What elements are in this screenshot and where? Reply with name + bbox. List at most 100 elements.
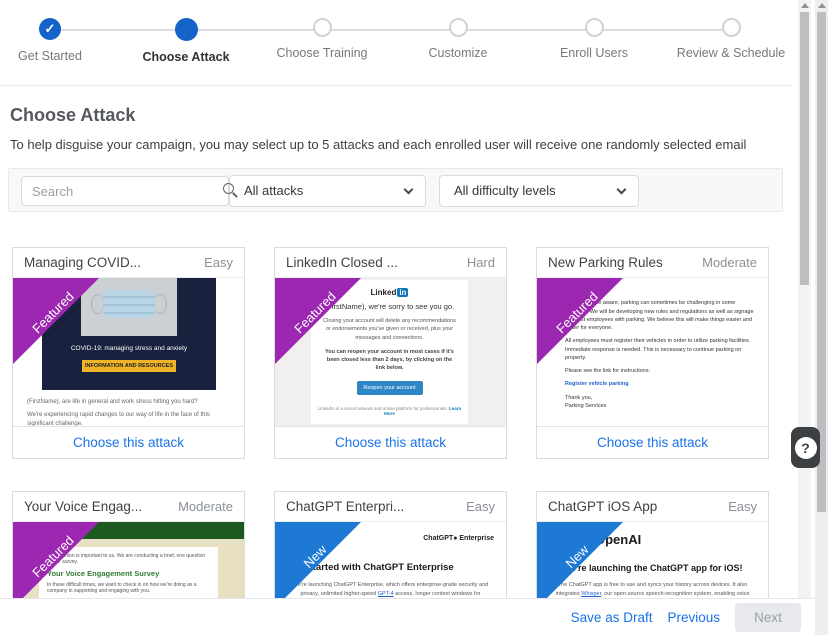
email-heading: Your Voice Engagement Survey [47, 569, 210, 578]
email-footnote: LinkedIn is a social network and online … [317, 406, 462, 416]
step-enroll-users[interactable]: Enroll Users [529, 18, 659, 60]
attack-card-chatgpt-enterprise: ChatGPT Enterpri... Easy OpenAI ChatGPT●… [274, 491, 507, 598]
step-label: Enroll Users [560, 46, 628, 60]
step-choose-attack[interactable]: Choose Attack [121, 18, 251, 64]
card-header: New Parking Rules Moderate [537, 248, 768, 278]
email-sheet: Your opinion is important to us. We are … [39, 547, 218, 598]
scroll-up-arrow-icon[interactable] [801, 3, 809, 8]
search-input[interactable] [21, 176, 229, 206]
attack-title: ChatGPT iOS App [548, 492, 657, 521]
step-choose-training[interactable]: Choose Training [257, 18, 387, 60]
email-body-line: In these difficult times, we want to che… [47, 582, 210, 594]
choose-this-attack-link[interactable]: Choose this attack [73, 435, 184, 450]
active-step-icon [175, 18, 198, 41]
inner-scrollbar-thumb[interactable] [800, 12, 809, 285]
email-intro-line: Your opinion is important to us. We are … [47, 553, 210, 565]
openai-logo: OpenAI [287, 532, 333, 547]
outer-scrollbar[interactable] [815, 0, 828, 635]
email-body-line: Please see the link for instructions: [565, 367, 756, 375]
card-header: LinkedIn Closed ... Hard [275, 248, 506, 278]
attack-card-voice-engagement: Your Voice Engag... Moderate Your opinio… [12, 491, 245, 598]
email-cta-button: INFORMATION AND RESOURCES [82, 360, 176, 372]
attack-cards-row-2: Your Voice Engag... Moderate Your opinio… [0, 491, 790, 598]
attack-title: LinkedIn Closed ... [286, 248, 398, 277]
email-body-line: You can reopen your account in most case… [323, 348, 456, 373]
scroll-up-arrow-icon[interactable] [818, 3, 826, 8]
email-preview: OpenAI We're launching the ChatGPT app f… [537, 522, 768, 598]
register-parking-link: Register vehicle parking [565, 381, 629, 387]
step-label: Choose Training [276, 46, 367, 60]
email-heading: (FirstName), we're sorry to see you go. [317, 302, 462, 311]
attack-cards-row-1: Managing COVID... Easy COVID-19: managin… [0, 247, 790, 459]
choose-attack-footer[interactable]: Choose this attack [275, 426, 506, 458]
attack-card-managing-covid: Managing COVID... Easy COVID-19: managin… [12, 247, 245, 459]
choose-this-attack-link[interactable]: Choose this attack [597, 435, 708, 450]
attack-title: ChatGPT Enterpri... [286, 492, 404, 521]
save-as-draft-link[interactable]: Save as Draft [571, 610, 653, 625]
card-header: Your Voice Engag... Moderate [13, 492, 244, 522]
openai-logo: OpenAI [595, 532, 641, 547]
step-customize[interactable]: Customize [393, 18, 523, 60]
difficulty-badge: Moderate [178, 492, 233, 521]
email-preview: Linkedin (FirstName), we're sorry to see… [275, 278, 506, 426]
chevron-down-icon [617, 185, 627, 195]
wizard-stepper: Get Started Choose Attack Choose Trainin… [0, 0, 792, 86]
linkedin-wordmark: Linked [371, 288, 397, 297]
todo-step-icon [449, 18, 468, 37]
email-body-text: , our open-source speech-recognition sys… [601, 591, 749, 598]
difficulty-badge: Easy [204, 248, 233, 277]
chevron-down-icon [404, 185, 414, 195]
step-label: Get Started [18, 49, 82, 63]
chatgpt-enterprise-logo: ChatGPT● Enterprise [423, 535, 494, 542]
inner-scrollbar[interactable] [798, 0, 811, 598]
attack-type-select[interactable]: All attacks [229, 175, 426, 207]
difficulty-badge: Easy [466, 492, 495, 521]
choose-this-attack-link[interactable]: Choose this attack [335, 435, 446, 450]
step-review-schedule[interactable]: Review & Schedule [666, 18, 796, 60]
next-button[interactable]: Next [735, 603, 801, 632]
email-salutation: (FirstName), [565, 286, 756, 294]
choose-attack-footer[interactable]: Choose this attack [537, 426, 768, 458]
todo-step-icon [585, 18, 604, 37]
attack-title: Managing COVID... [24, 248, 141, 277]
email-body-line: (FirstName), are life in general and wor… [27, 398, 230, 407]
page-title: Choose Attack [10, 105, 135, 126]
email-preview: COVID-19: managing stress and anxiety IN… [13, 278, 244, 426]
filter-bar: All attacks All difficulty levels [8, 168, 783, 212]
attack-title: Your Voice Engag... [24, 492, 142, 521]
search-icon [223, 183, 234, 194]
checkmark-icon [39, 18, 61, 40]
email-body-line: Closing your account will delete any rec… [323, 317, 456, 342]
email-signature: Parking Services [565, 402, 756, 410]
choose-attack-footer[interactable]: Choose this attack [13, 426, 244, 458]
todo-step-icon [313, 18, 332, 37]
email-caption: COVID-19: managing stress and anxiety [42, 345, 216, 352]
linkedin-logo: Linkedin [317, 288, 462, 297]
wizard-footer: Save as Draft Previous Next [0, 598, 815, 635]
previous-link[interactable]: Previous [667, 610, 720, 625]
card-header: ChatGPT Enterpri... Easy [275, 492, 506, 522]
email-sheet: Linkedin (FirstName), we're sorry to see… [311, 280, 468, 424]
attack-title: New Parking Rules [548, 248, 663, 277]
email-heading: We're launching the ChatGPT app for iOS! [547, 563, 758, 573]
card-header: ChatGPT iOS App Easy [537, 492, 768, 522]
email-body: (FirstName), are life in general and wor… [27, 398, 230, 426]
email-body-line: As you may be aware, parking can sometim… [565, 299, 756, 332]
difficulty-select[interactable]: All difficulty levels [439, 175, 639, 207]
attack-card-chatgpt-ios: ChatGPT iOS App Easy OpenAI We're launch… [536, 491, 769, 598]
step-get-started[interactable]: Get Started [0, 18, 115, 63]
email-preview: (FirstName), As you may be aware, parkin… [537, 278, 768, 426]
attack-card-linkedin-closed: LinkedIn Closed ... Hard Linkedin (First… [274, 247, 507, 459]
difficulty-badge: Moderate [702, 248, 757, 277]
email-body: The ChatGPT app is free to use and syncs… [551, 581, 754, 598]
help-button[interactable]: ? [791, 427, 820, 468]
email-sheet: (FirstName), As you may be aware, parkin… [565, 278, 756, 410]
attack-card-new-parking-rules: New Parking Rules Moderate (FirstName), … [536, 247, 769, 459]
email-brand-row: OpenAI ChatGPT● Enterprise [275, 522, 506, 547]
email-heading: Get started with ChatGPT Enterprise [289, 562, 506, 573]
email-preview: Your opinion is important to us. We are … [13, 522, 244, 598]
email-hero-panel: COVID-19: managing stress and anxiety IN… [42, 278, 216, 390]
email-closing: Thank you, [565, 394, 756, 402]
question-mark-icon: ? [795, 437, 817, 459]
face-mask-image [81, 278, 177, 336]
